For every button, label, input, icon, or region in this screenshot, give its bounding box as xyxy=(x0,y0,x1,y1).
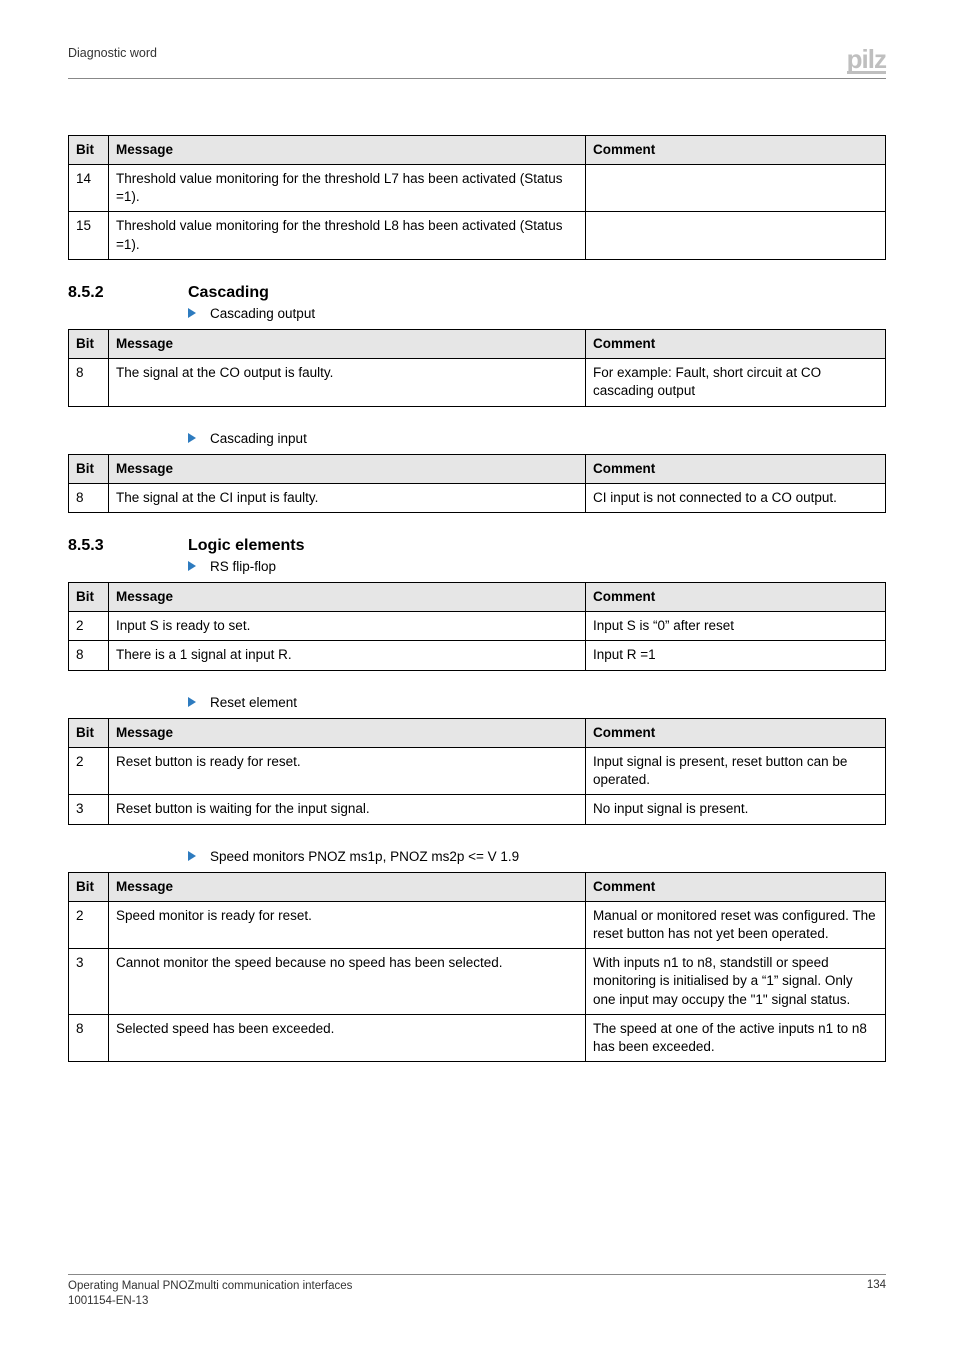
th-bit: Bit xyxy=(69,582,109,611)
footer-page-number: 134 xyxy=(867,1279,886,1291)
footer-left: Operating Manual PNOZmulti communication… xyxy=(68,1279,352,1310)
cell-comment: For example: Fault, short circuit at CO … xyxy=(586,359,886,406)
th-comment: Comment xyxy=(586,582,886,611)
triangle-icon xyxy=(188,851,196,861)
th-bit: Bit xyxy=(69,718,109,747)
cell-comment: Input S is “0” after reset xyxy=(586,612,886,641)
cascading-input-table: Bit Message Comment 8 The signal at the … xyxy=(68,454,886,513)
cell-comment: Input R =1 xyxy=(586,641,886,670)
cell-message: Speed monitor is ready for reset. xyxy=(109,901,586,948)
table-row: 8 Selected speed has been exceeded. The … xyxy=(69,1014,886,1061)
section-title: Logic elements xyxy=(188,537,304,555)
triangle-icon xyxy=(188,561,196,571)
bullet-cascading-input: Cascading input xyxy=(188,431,886,446)
section-number: 8.5.3 xyxy=(68,537,188,555)
th-message: Message xyxy=(109,329,586,358)
brand-logo: pilz xyxy=(847,46,886,74)
th-bit: Bit xyxy=(69,329,109,358)
cell-bit: 8 xyxy=(69,641,109,670)
cell-message: Threshold value monitoring for the thres… xyxy=(109,212,586,259)
bullet-rs-flipflop: RS flip-flop xyxy=(188,559,886,574)
th-bit: Bit xyxy=(69,135,109,164)
cell-bit: 2 xyxy=(69,747,109,794)
bullet-label: RS flip-flop xyxy=(210,559,276,574)
bullet-speed-monitors: Speed monitors PNOZ ms1p, PNOZ ms2p <= V… xyxy=(188,849,886,864)
footer-doc-number: 1001154-EN-13 xyxy=(68,1294,352,1310)
bullet-label: Speed monitors PNOZ ms1p, PNOZ ms2p <= V… xyxy=(210,849,519,864)
cell-bit: 14 xyxy=(69,165,109,212)
triangle-icon xyxy=(188,697,196,707)
cell-message: Reset button is ready for reset. xyxy=(109,747,586,794)
th-comment: Comment xyxy=(586,135,886,164)
table-row: 15 Threshold value monitoring for the th… xyxy=(69,212,886,259)
section-heading-8-5-2: 8.5.2 Cascading xyxy=(68,284,886,302)
section-number: 8.5.2 xyxy=(68,284,188,302)
table-row: 2 Input S is ready to set. Input S is “0… xyxy=(69,612,886,641)
table-row: 14 Threshold value monitoring for the th… xyxy=(69,165,886,212)
th-comment: Comment xyxy=(586,329,886,358)
table-row: 2 Reset button is ready for reset. Input… xyxy=(69,747,886,794)
threshold-table: Bit Message Comment 14 Threshold value m… xyxy=(68,135,886,260)
th-bit: Bit xyxy=(69,872,109,901)
section-heading-8-5-3: 8.5.3 Logic elements xyxy=(68,537,886,555)
table-row: 8 There is a 1 signal at input R. Input … xyxy=(69,641,886,670)
cell-message: The signal at the CO output is faulty. xyxy=(109,359,586,406)
cell-bit: 8 xyxy=(69,1014,109,1061)
cell-bit: 3 xyxy=(69,795,109,824)
bullet-reset-element: Reset element xyxy=(188,695,886,710)
cell-message: There is a 1 signal at input R. xyxy=(109,641,586,670)
header-title: Diagnostic word xyxy=(68,46,157,60)
th-message: Message xyxy=(109,718,586,747)
cascading-output-table: Bit Message Comment 8 The signal at the … xyxy=(68,329,886,407)
cell-message: Threshold value monitoring for the thres… xyxy=(109,165,586,212)
page-header: Diagnostic word pilz xyxy=(68,46,886,79)
footer-doc-title: Operating Manual PNOZmulti communication… xyxy=(68,1279,352,1295)
cell-message: Cannot monitor the speed because no spee… xyxy=(109,949,586,1015)
cell-bit: 2 xyxy=(69,901,109,948)
th-comment: Comment xyxy=(586,872,886,901)
table-row: 2 Speed monitor is ready for reset. Manu… xyxy=(69,901,886,948)
section-title: Cascading xyxy=(188,284,269,302)
cell-comment: Manual or monitored reset was configured… xyxy=(586,901,886,948)
th-message: Message xyxy=(109,454,586,483)
rs-flipflop-table: Bit Message Comment 2 Input S is ready t… xyxy=(68,582,886,671)
cell-bit: 8 xyxy=(69,483,109,512)
bullet-label: Cascading output xyxy=(210,306,315,321)
page-footer: Operating Manual PNOZmulti communication… xyxy=(68,1274,886,1310)
cell-comment: The speed at one of the active inputs n1… xyxy=(586,1014,886,1061)
triangle-icon xyxy=(188,308,196,318)
th-message: Message xyxy=(109,872,586,901)
cell-message: Input S is ready to set. xyxy=(109,612,586,641)
cell-message: Reset button is waiting for the input si… xyxy=(109,795,586,824)
th-bit: Bit xyxy=(69,454,109,483)
cell-bit: 8 xyxy=(69,359,109,406)
cell-bit: 3 xyxy=(69,949,109,1015)
bullet-label: Cascading input xyxy=(210,431,307,446)
bullet-cascading-output: Cascading output xyxy=(188,306,886,321)
table-row: 8 The signal at the CO output is faulty.… xyxy=(69,359,886,406)
th-message: Message xyxy=(109,135,586,164)
triangle-icon xyxy=(188,433,196,443)
cell-comment xyxy=(586,165,886,212)
cell-message: Selected speed has been exceeded. xyxy=(109,1014,586,1061)
cell-comment xyxy=(586,212,886,259)
th-comment: Comment xyxy=(586,718,886,747)
cell-bit: 2 xyxy=(69,612,109,641)
cell-message: The signal at the CI input is faulty. xyxy=(109,483,586,512)
reset-element-table: Bit Message Comment 2 Reset button is re… xyxy=(68,718,886,825)
cell-bit: 15 xyxy=(69,212,109,259)
cell-comment: With inputs n1 to n8, standstill or spee… xyxy=(586,949,886,1015)
cell-comment: No input signal is present. xyxy=(586,795,886,824)
bullet-label: Reset element xyxy=(210,695,297,710)
speed-monitors-table: Bit Message Comment 2 Speed monitor is r… xyxy=(68,872,886,1063)
th-message: Message xyxy=(109,582,586,611)
th-comment: Comment xyxy=(586,454,886,483)
table-row: 3 Reset button is waiting for the input … xyxy=(69,795,886,824)
cell-comment: CI input is not connected to a CO output… xyxy=(586,483,886,512)
table-row: 3 Cannot monitor the speed because no sp… xyxy=(69,949,886,1015)
table-row: 8 The signal at the CI input is faulty. … xyxy=(69,483,886,512)
cell-comment: Input signal is present, reset button ca… xyxy=(586,747,886,794)
